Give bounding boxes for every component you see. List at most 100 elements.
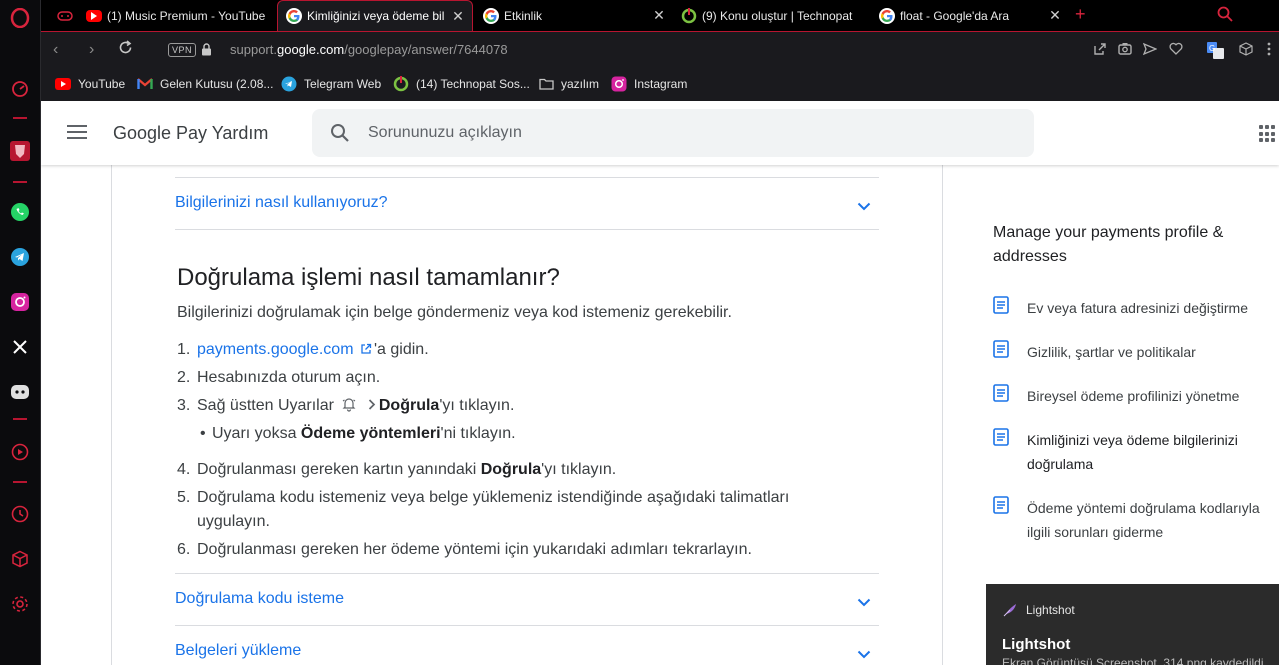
gamepad-icon [57, 8, 73, 24]
bookmark-instagram[interactable]: Instagram [611, 76, 687, 92]
instagram-icon[interactable] [8, 290, 32, 314]
send-icon[interactable] [1141, 42, 1159, 60]
step-text: Doğrulanması gereken kartın yanındaki [197, 461, 481, 478]
lightshot-notification[interactable]: Lightshot Lightshot Ekran Görüntüsü Scre… [986, 584, 1279, 665]
tab-search-icon[interactable] [1217, 6, 1233, 27]
sidebar-divider [13, 481, 27, 483]
related-article-item[interactable]: Gizlilik, şartlar ve politikalar [993, 340, 1273, 364]
document-icon [993, 340, 1009, 363]
close-tab-icon[interactable]: ✕ [452, 8, 464, 25]
tab-technopat[interactable]: (9) Konu oluştur | Technopat [673, 0, 871, 31]
vpn-badge[interactable]: VPN [168, 43, 197, 57]
youtube-icon [86, 9, 102, 22]
extensions-cube-icon[interactable] [8, 547, 32, 571]
help-center-header: Google Pay Yardım [41, 101, 1279, 165]
share-icon[interactable] [1091, 42, 1109, 60]
related-article-label[interactable]: Ödeme yöntemi doğrulama kodlarıyla ilgil… [1027, 496, 1267, 544]
telegram-icon[interactable] [8, 245, 32, 269]
google-apps-icon[interactable] [1259, 125, 1277, 143]
step-text: Doğrulanması gereken her ödeme yöntemi i… [197, 541, 752, 558]
settings-gear-icon[interactable] [8, 592, 32, 616]
tab-label: Etkinlik [504, 8, 543, 23]
tab-youtube-music[interactable]: (1) Music Premium - YouTube [78, 0, 276, 31]
related-article-item[interactable]: Ödeme yöntemi doğrulama kodlarıyla ilgil… [993, 496, 1273, 544]
new-tab-plus-icon[interactable]: + [1075, 4, 1086, 25]
related-article-label[interactable]: Ev veya fatura adresinizi değiştirme [1027, 296, 1267, 320]
lock-icon[interactable] [201, 43, 212, 61]
chevron-down-icon[interactable] [857, 198, 871, 216]
youtube-icon [55, 76, 71, 92]
extensions-cube-icon[interactable] [1237, 42, 1255, 60]
search-box[interactable] [312, 109, 1034, 157]
back-icon[interactable]: ‹ [53, 41, 58, 59]
related-article-item-current[interactable]: Kimliğinizi veya ödeme bilgilerinizi doğ… [993, 428, 1273, 476]
accordion-label[interactable]: Doğrulama kodu isteme [175, 590, 344, 608]
bookmark-label: Instagram [634, 77, 688, 91]
bookmark-folder-yazilim[interactable]: yazılım [538, 76, 599, 92]
step-3: 3. Sağ üstten Uyarılar Doğrula'yı tıklay… [177, 394, 817, 418]
payments-link[interactable]: payments.google.com [197, 341, 354, 358]
bullet-text: 'ni tıklayın. [440, 425, 516, 442]
whatsapp-icon[interactable] [8, 200, 32, 224]
close-tab-icon[interactable]: ✕ [1049, 7, 1061, 24]
tab-float-search[interactable]: float - Google'da Ara ✕ [871, 0, 1069, 31]
sidebar-divider [13, 181, 27, 183]
hamburger-menu-icon[interactable] [67, 125, 87, 141]
url-domain: google.com [276, 42, 345, 57]
opera-logo-icon[interactable] [8, 6, 32, 30]
bookmark-youtube[interactable]: YouTube [55, 76, 125, 92]
reload-icon[interactable] [118, 40, 133, 60]
search-icon[interactable] [330, 123, 350, 148]
telegram-icon [281, 76, 297, 92]
bookmark-technopat[interactable]: (14) Technopat Sos... [393, 76, 530, 92]
document-icon [993, 384, 1009, 407]
bookmark-telegram[interactable]: Telegram Web [281, 76, 381, 92]
translate-icon[interactable]: G [1206, 42, 1224, 60]
related-article-item[interactable]: Ev veya fatura adresinizi değiştirme [993, 296, 1273, 320]
step-1: 1. payments.google.com 'a gidin. [177, 338, 817, 362]
technopat-icon [681, 7, 697, 24]
x-twitter-icon[interactable] [8, 335, 32, 359]
tab-google-pay-active[interactable]: Kimliğinizi veya ödeme bilgilerinizi ✕ [277, 0, 473, 31]
camera-snapshot-icon[interactable] [1116, 42, 1134, 60]
history-icon[interactable] [8, 502, 32, 526]
section-heading: Doğrulama işlemi nasıl tamamlanır? [177, 264, 560, 291]
search-input[interactable] [368, 109, 968, 157]
ublock-icon[interactable] [8, 139, 32, 163]
step-number: 5. [177, 489, 191, 506]
related-article-label[interactable]: Gizlilik, şartlar ve politikalar [1027, 340, 1267, 364]
discord-icon[interactable] [8, 380, 32, 404]
bookmark-label: yazılım [561, 77, 600, 91]
related-article-label[interactable]: Kimliğinizi veya ödeme bilgilerinizi doğ… [1027, 428, 1267, 476]
step-6: 6. Doğrulanması gereken her ödeme yöntem… [177, 538, 817, 562]
tab-bar: (1) Music Premium - YouTube Kimliğinizi … [41, 0, 1279, 31]
related-article-item[interactable]: Bireysel ödeme profilinizi yönetme [993, 384, 1273, 408]
page-title[interactable]: Google Pay Yardım [113, 123, 268, 144]
speed-dial-icon[interactable] [8, 77, 32, 101]
accordion-label[interactable]: Bilgilerinizi nasıl kullanıyoruz? [175, 194, 388, 212]
notification-app-name: Lightshot [1026, 603, 1075, 617]
folder-icon [538, 76, 554, 92]
more-menu-icon[interactable] [1267, 42, 1271, 60]
accordion-label[interactable]: Belgeleri yükleme [175, 642, 301, 660]
address-bar: ‹ › VPN support.google.com/googlepay/ans… [41, 31, 1279, 69]
forward-icon[interactable]: › [89, 41, 94, 59]
bookmark-gmail[interactable]: Gelen Kutusu (2.08... [137, 76, 273, 92]
heart-icon[interactable] [1167, 42, 1185, 60]
external-link-icon[interactable] [360, 339, 372, 363]
chevron-down-icon[interactable] [857, 594, 871, 612]
accordion-how-we-use-info[interactable]: Bilgilerinizi nasıl kullanıyoruz? [175, 177, 879, 230]
section-intro: Bilgilerinizi doğrulamak için belge gönd… [177, 304, 732, 321]
close-tab-icon[interactable]: ✕ [653, 7, 665, 24]
opera-sidebar [0, 0, 41, 665]
tab-label: (9) Konu oluştur | Technopat [702, 8, 853, 23]
bookmark-label: YouTube [78, 77, 126, 91]
tab-etkinlik[interactable]: Etkinlik ✕ [475, 0, 673, 31]
chevron-down-icon[interactable] [857, 646, 871, 664]
related-article-label[interactable]: Bireysel ödeme profilinizi yönetme [1027, 384, 1267, 408]
url-field[interactable]: support.google.com/googlepay/answer/7644… [230, 42, 508, 57]
accordion-request-code[interactable]: Doğrulama kodu isteme [175, 573, 879, 626]
player-icon[interactable] [8, 440, 32, 464]
bookmark-label: Gelen Kutusu (2.08... [160, 77, 274, 91]
accordion-upload-documents[interactable]: Belgeleri yükleme [175, 626, 879, 665]
